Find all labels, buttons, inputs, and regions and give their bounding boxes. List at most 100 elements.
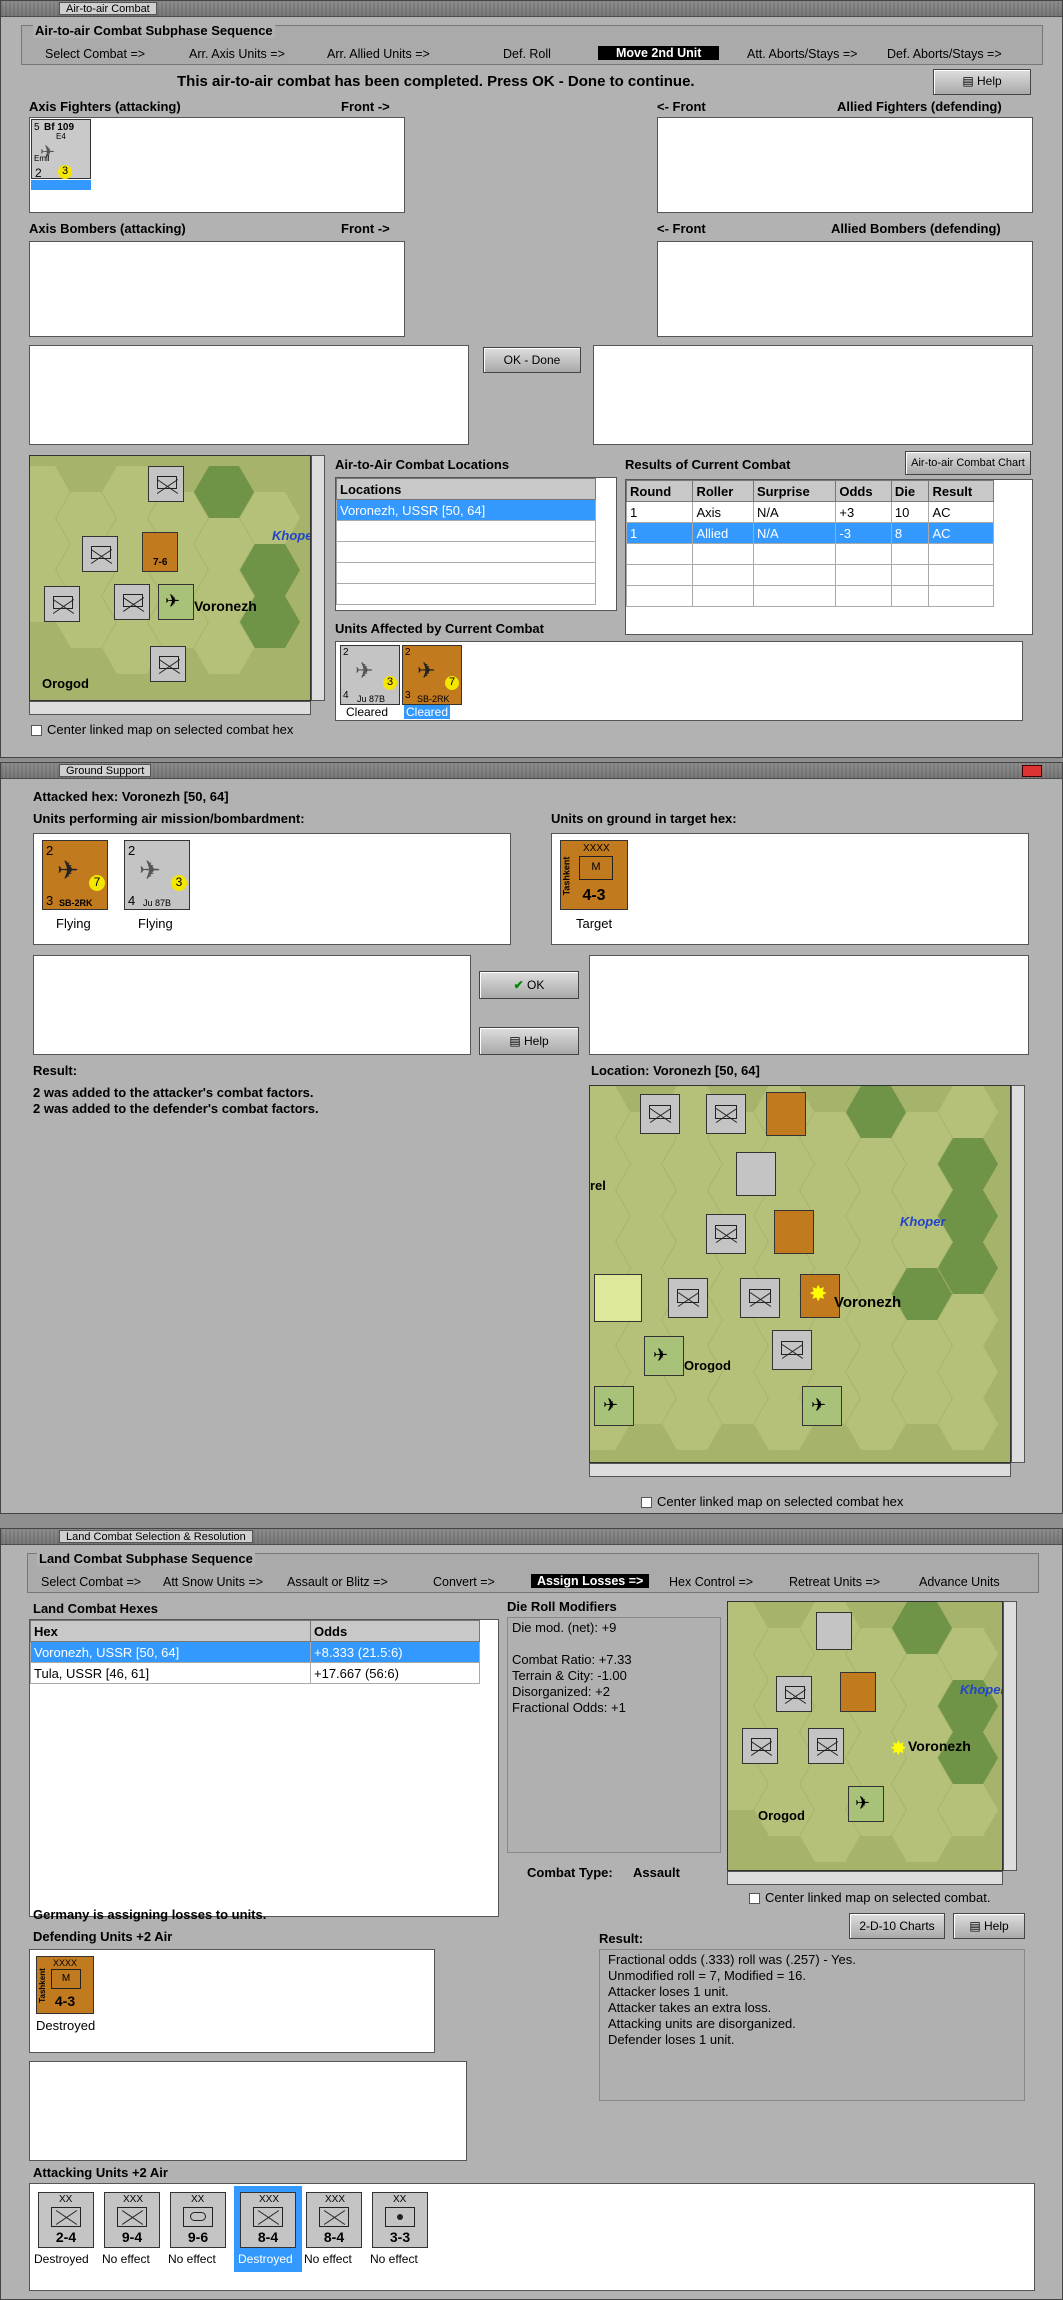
help-button[interactable]: ▤ Help — [479, 1027, 579, 1055]
map-unit-counter[interactable] — [82, 536, 118, 572]
map-unit-counter[interactable] — [766, 1092, 806, 1136]
map-unit-counter[interactable]: ✈ — [158, 584, 194, 620]
map-unit-counter[interactable] — [736, 1152, 776, 1196]
axis-fighters-box[interactable]: 5 Bf 109 E4 ✈ Emil 2 3 — [29, 117, 405, 213]
combat-chart-button[interactable]: Air-to-air Combat Chart — [905, 451, 1031, 475]
combat-hexes-table: Hex Odds Voronezh, USSR [50, 64] +8.333 (2… — [30, 1620, 480, 1684]
ok-button[interactable]: ✔ OK — [479, 971, 579, 999]
defending-unit-caption: Destroyed — [36, 2018, 96, 2033]
map-unit-counter[interactable] — [668, 1278, 708, 1318]
affected-units-box[interactable]: 2 ✈ 4 Ju 87B 3 Cleared 2 ✈ 3 SB-2RK 7 Cl… — [335, 641, 1023, 721]
map-unit-counter[interactable] — [840, 1672, 876, 1712]
linked-map[interactable]: ✸ ✈ ✈ ✈ Voronezh Khoper Orogod rel — [589, 1085, 1011, 1463]
fighter-unit-counter[interactable]: 5 Bf 109 E4 ✈ Emil 2 3 — [31, 119, 91, 180]
attacking-unit-caption: No effect — [102, 2252, 150, 2266]
title-bar[interactable]: Ground Support — [1, 763, 1062, 779]
air-unit-caption: Flying — [138, 916, 173, 931]
map-unit-counter[interactable]: ✈ — [594, 1386, 634, 1426]
affected-unit-counter[interactable]: 2 ✈ 3 SB-2RK 7 — [402, 645, 462, 705]
map-unit-counter[interactable] — [594, 1274, 642, 1322]
map-unit-counter[interactable] — [776, 1676, 812, 1712]
map-scrollbar-vertical[interactable] — [1011, 1085, 1025, 1463]
map-unit-counter[interactable] — [640, 1094, 680, 1134]
title-bar[interactable]: Air-to-air Combat — [1, 1, 1062, 17]
attacking-unit-counter[interactable]: XXX 8-4 — [240, 2192, 296, 2248]
map-unit-counter[interactable] — [706, 1094, 746, 1134]
map-unit-counter[interactable] — [816, 1612, 852, 1650]
map-unit-counter[interactable]: 7-6 — [142, 532, 178, 572]
results-table-box[interactable]: Round Roller Surprise Odds Die Result 1A… — [625, 479, 1033, 635]
map-scrollbar-horizontal[interactable] — [589, 1463, 1011, 1477]
front-label: Front -> — [341, 221, 390, 236]
ok-done-button[interactable]: OK - Done — [483, 347, 581, 373]
secondary-units-box[interactable] — [29, 2061, 467, 2161]
phase-retreat: Retreat Units => — [789, 1575, 881, 1589]
map-unit-counter[interactable] — [808, 1728, 844, 1764]
attacking-unit-counter[interactable]: XX 9-6 — [170, 2192, 226, 2248]
map-unit-counter[interactable] — [742, 1728, 778, 1764]
allied-fighters-box[interactable] — [657, 117, 1033, 213]
results-row[interactable] — [625, 585, 994, 607]
die-line: Die mod. (net): +9 — [512, 1620, 617, 1635]
location-row[interactable]: Voronezh, USSR [50, 64] — [336, 499, 596, 521]
defending-unit-counter[interactable]: XXXX Tashkent M 4-3 — [36, 1956, 94, 2014]
results-col-header: Odds — [835, 480, 892, 502]
location-row[interactable] — [336, 562, 596, 584]
location-row[interactable] — [336, 520, 596, 542]
map-unit-counter[interactable] — [44, 586, 80, 622]
axis-bombers-box[interactable] — [29, 241, 405, 337]
attacking-units-box[interactable]: XX 2-4 Destroyed XXX 9-4 No effect XX 9-6 N… — [29, 2183, 1035, 2291]
affected-unit-counter[interactable]: 2 ✈ 4 Ju 87B 3 — [340, 645, 400, 705]
help-button[interactable]: ▤ Help — [953, 1913, 1025, 1939]
map-scrollbar-vertical[interactable] — [1003, 1601, 1017, 1871]
ground-units-box[interactable]: XXXX Tashkent M 4-3 Target — [551, 833, 1029, 945]
map-unit-counter[interactable]: ✈ — [802, 1386, 842, 1426]
map-city-label: Voronezh — [834, 1294, 902, 1311]
map-unit-counter[interactable] — [706, 1214, 746, 1254]
attacking-unit-counter[interactable]: XXX 8-4 — [306, 2192, 362, 2248]
defending-units-box[interactable]: XXXX Tashkent M 4-3 Destroyed — [29, 1949, 435, 2053]
result-line: Attacker loses 1 unit. — [608, 1984, 729, 1999]
results-row[interactable] — [625, 564, 994, 586]
air-unit-counter[interactable]: 2 ✈ 3 SB-2RK 7 — [42, 840, 108, 910]
book-icon: ▤ — [509, 1034, 524, 1048]
attacking-unit-counter[interactable]: XXX 9-4 — [104, 2192, 160, 2248]
results-row[interactable] — [625, 543, 994, 565]
linked-map[interactable]: ✈ ✸ Voronezh Khoper Orogod — [727, 1601, 1003, 1871]
map-scrollbar-horizontal[interactable] — [29, 701, 311, 715]
map-unit-counter[interactable] — [772, 1330, 812, 1370]
attacking-unit-caption: Destroyed — [236, 2252, 295, 2266]
locations-list[interactable]: Locations Voronezh, USSR [50, 64] — [335, 477, 617, 611]
window-title: Ground Support — [59, 764, 152, 777]
combat-hex-row[interactable]: Tula, USSR [46, 61] +17.667 (56:6) — [30, 1662, 480, 1684]
map-unit-counter[interactable]: ✈ — [644, 1336, 684, 1376]
map-unit-counter[interactable] — [114, 584, 150, 620]
ground-unit-counter[interactable]: XXXX Tashkent M 4-3 — [560, 840, 628, 910]
combat-hexes-list[interactable]: Hex Odds Voronezh, USSR [50, 64] +8.333 (2… — [29, 1619, 499, 1917]
map-scrollbar-vertical[interactable] — [311, 455, 325, 701]
map-unit-counter[interactable]: ✈ — [848, 1786, 884, 1822]
combat-hex-row[interactable]: Voronezh, USSR [50, 64] +8.333 (21.5:6) — [30, 1641, 480, 1663]
center-linked-checkbox[interactable] — [31, 725, 42, 736]
allied-bombers-box[interactable] — [657, 241, 1033, 337]
map-unit-counter[interactable] — [150, 646, 186, 682]
map-unit-counter[interactable] — [148, 466, 184, 502]
center-linked-checkbox[interactable] — [641, 1497, 652, 1508]
title-bar[interactable]: Land Combat Selection & Resolution — [1, 1529, 1062, 1545]
map-unit-counter[interactable] — [740, 1278, 780, 1318]
charts-button[interactable]: 2-D-10 Charts — [849, 1913, 945, 1939]
linked-map[interactable]: 7-6 ✈ Voronezh Khoper Orogod — [29, 455, 311, 701]
map-scrollbar-horizontal[interactable] — [727, 1871, 1003, 1885]
map-unit-counter[interactable] — [774, 1210, 814, 1254]
air-units-box[interactable]: 2 ✈ 3 SB-2RK 7 Flying 2 ✈ 4 Ju 87B 3 Fly… — [33, 833, 511, 945]
attacking-unit-counter[interactable]: XX 2-4 — [38, 2192, 94, 2248]
location-row[interactable] — [336, 541, 596, 563]
center-linked-checkbox[interactable] — [749, 1893, 760, 1904]
location-row[interactable] — [336, 583, 596, 605]
air-unit-counter[interactable]: 2 ✈ 4 Ju 87B 3 — [124, 840, 190, 910]
attacking-unit-counter[interactable]: XX 3-3 — [372, 2192, 428, 2248]
help-button[interactable]: ▤ Help — [933, 69, 1031, 95]
results-row[interactable]: 1 Allied N/A -3 8 AC — [625, 522, 994, 544]
results-row[interactable]: 1 Axis N/A +3 10 AC — [625, 501, 994, 523]
ground-support-window: Ground Support Attacked hex: Voronezh [5… — [0, 762, 1063, 1514]
